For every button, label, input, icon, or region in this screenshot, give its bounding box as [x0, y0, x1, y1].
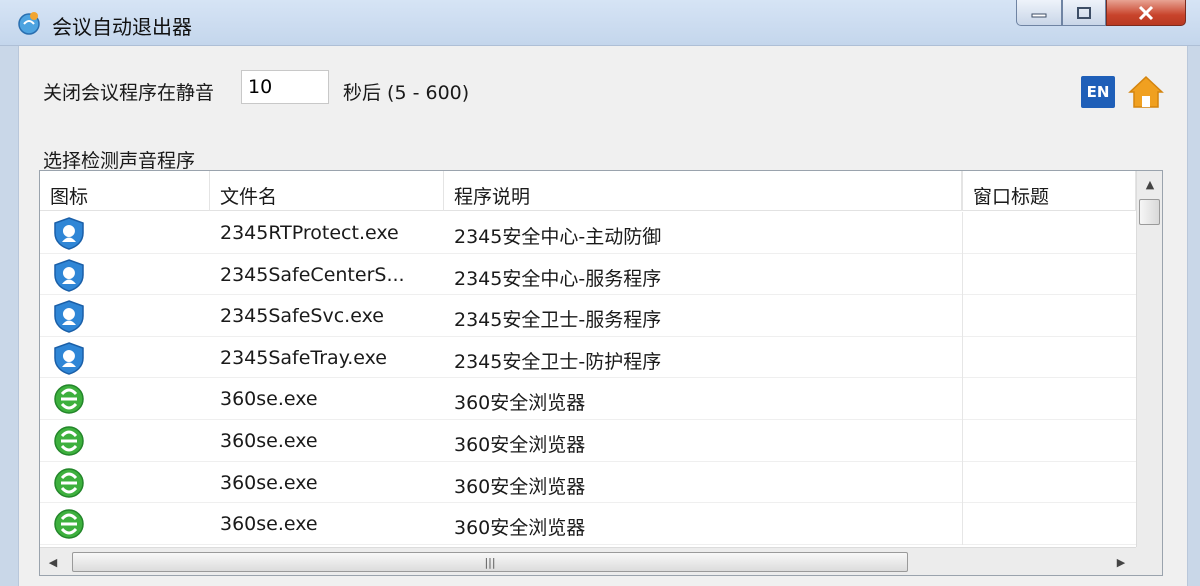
row-window-title — [962, 253, 1136, 296]
shield-icon — [54, 300, 84, 333]
row-description: 360安全浏览器 — [454, 433, 586, 456]
list-item[interactable]: 360se.exe 360安全浏览器 — [40, 461, 1136, 504]
language-en-button[interactable]: EN — [1081, 76, 1115, 108]
vertical-scroll-thumb[interactable] — [1139, 199, 1160, 225]
app-icon — [18, 12, 40, 35]
list-rows: 2345RTProtect.exe 2345安全中心-主动防御 2345Safe… — [40, 212, 1136, 545]
row-icon-cell — [40, 337, 210, 379]
row-window-title — [962, 503, 1136, 545]
row-icon-cell — [40, 254, 210, 296]
vertical-scrollbar[interactable]: ▲ — [1136, 171, 1162, 547]
row-description: 360安全浏览器 — [454, 475, 586, 498]
row-filename: 2345SafeCenterS... — [220, 263, 405, 286]
row-description: 2345安全卫士-防护程序 — [454, 350, 662, 373]
shield-icon — [54, 217, 84, 250]
row-window-title — [962, 378, 1136, 420]
row-description: 2345安全中心-服务程序 — [454, 267, 662, 290]
list-item[interactable]: 2345SafeSvc.exe 2345安全卫士-服务程序 — [40, 295, 1136, 337]
row-icon-cell — [40, 503, 210, 545]
row-window-title — [962, 461, 1136, 504]
list-item[interactable]: 2345RTProtect.exe 2345安全中心-主动防御 — [40, 212, 1136, 254]
home-icon[interactable] — [1127, 74, 1165, 110]
list-item[interactable]: 2345SafeTray.exe 2345安全卫士-防护程序 — [40, 336, 1136, 379]
maximize-button[interactable] — [1062, 0, 1106, 26]
shield-icon — [54, 258, 84, 292]
browser-icon — [54, 384, 84, 415]
maximize-icon — [1077, 6, 1091, 19]
row-filename: 360se.exe — [220, 429, 318, 452]
row-filename: 360se.exe — [220, 513, 318, 536]
row-icon-cell — [40, 420, 210, 462]
scrollbar-corner — [1136, 547, 1162, 575]
list-item[interactable]: 2345SafeCenterS... 2345安全中心-服务程序 — [40, 253, 1136, 296]
row-filename: 360se.exe — [220, 388, 318, 411]
horizontal-scroll-thumb[interactable]: ||| — [72, 552, 908, 572]
list-item[interactable]: 360se.exe 360安全浏览器 — [40, 503, 1136, 545]
client-area: 关闭会议程序在静音 秒后 (5 - 600) EN 选择检测声音程序 图标 文件… — [18, 46, 1188, 586]
row-filename: 2345RTProtect.exe — [220, 222, 399, 244]
row-window-title — [962, 212, 1136, 254]
minimize-icon — [1031, 13, 1047, 17]
window-title: 会议自动退出器 — [52, 15, 192, 39]
program-list[interactable]: 图标 文件名 程序说明 窗口标题 2345RTProtect.exe 2345安… — [39, 170, 1163, 576]
minimize-button[interactable] — [1016, 0, 1062, 26]
row-filename: 360se.exe — [220, 471, 318, 494]
scroll-left-icon[interactable]: ◀ — [40, 548, 66, 575]
row-window-title — [962, 336, 1136, 379]
row-filename: 2345SafeSvc.exe — [220, 305, 384, 328]
close-button[interactable] — [1106, 0, 1186, 26]
row-description: 2345安全卫士-服务程序 — [454, 309, 662, 332]
seconds-input[interactable] — [241, 70, 329, 104]
shield-icon — [54, 341, 84, 375]
scroll-up-icon[interactable]: ▲ — [1137, 171, 1162, 197]
section-label: 选择检测声音程序 — [43, 150, 196, 172]
row-icon-cell — [40, 212, 210, 254]
column-header-filename[interactable]: 文件名 — [210, 171, 444, 211]
row-description: 2345安全中心-主动防御 — [454, 226, 662, 248]
row-window-title — [962, 419, 1136, 462]
column-header-window-title[interactable]: 窗口标题 — [962, 171, 1136, 211]
row-icon-cell — [40, 462, 210, 504]
list-item[interactable]: 360se.exe 360安全浏览器 — [40, 378, 1136, 420]
row-filename: 2345SafeTray.exe — [220, 346, 387, 369]
close-icon — [1138, 5, 1154, 20]
row-window-title — [962, 295, 1136, 337]
list-header: 图标 文件名 程序说明 窗口标题 — [40, 171, 1136, 211]
row-icon-cell — [40, 295, 210, 337]
column-header-description[interactable]: 程序说明 — [444, 171, 962, 211]
title-bar[interactable]: 会议自动退出器 — [0, 0, 1200, 46]
column-header-icon[interactable]: 图标 — [40, 171, 210, 211]
scroll-right-icon[interactable]: ▶ — [1108, 548, 1134, 575]
browser-icon — [54, 426, 84, 456]
row-icon-cell — [40, 378, 210, 420]
row-description: 360安全浏览器 — [454, 392, 586, 415]
seconds-range-label: 秒后 (5 - 600) — [343, 82, 470, 104]
close-delay-label: 关闭会议程序在静音 — [43, 82, 215, 104]
browser-icon — [54, 509, 84, 539]
row-description: 360安全浏览器 — [454, 517, 586, 540]
list-item[interactable]: 360se.exe 360安全浏览器 — [40, 419, 1136, 462]
horizontal-scrollbar[interactable]: ◀ ||| ▶ — [40, 547, 1136, 575]
browser-icon — [54, 467, 84, 498]
